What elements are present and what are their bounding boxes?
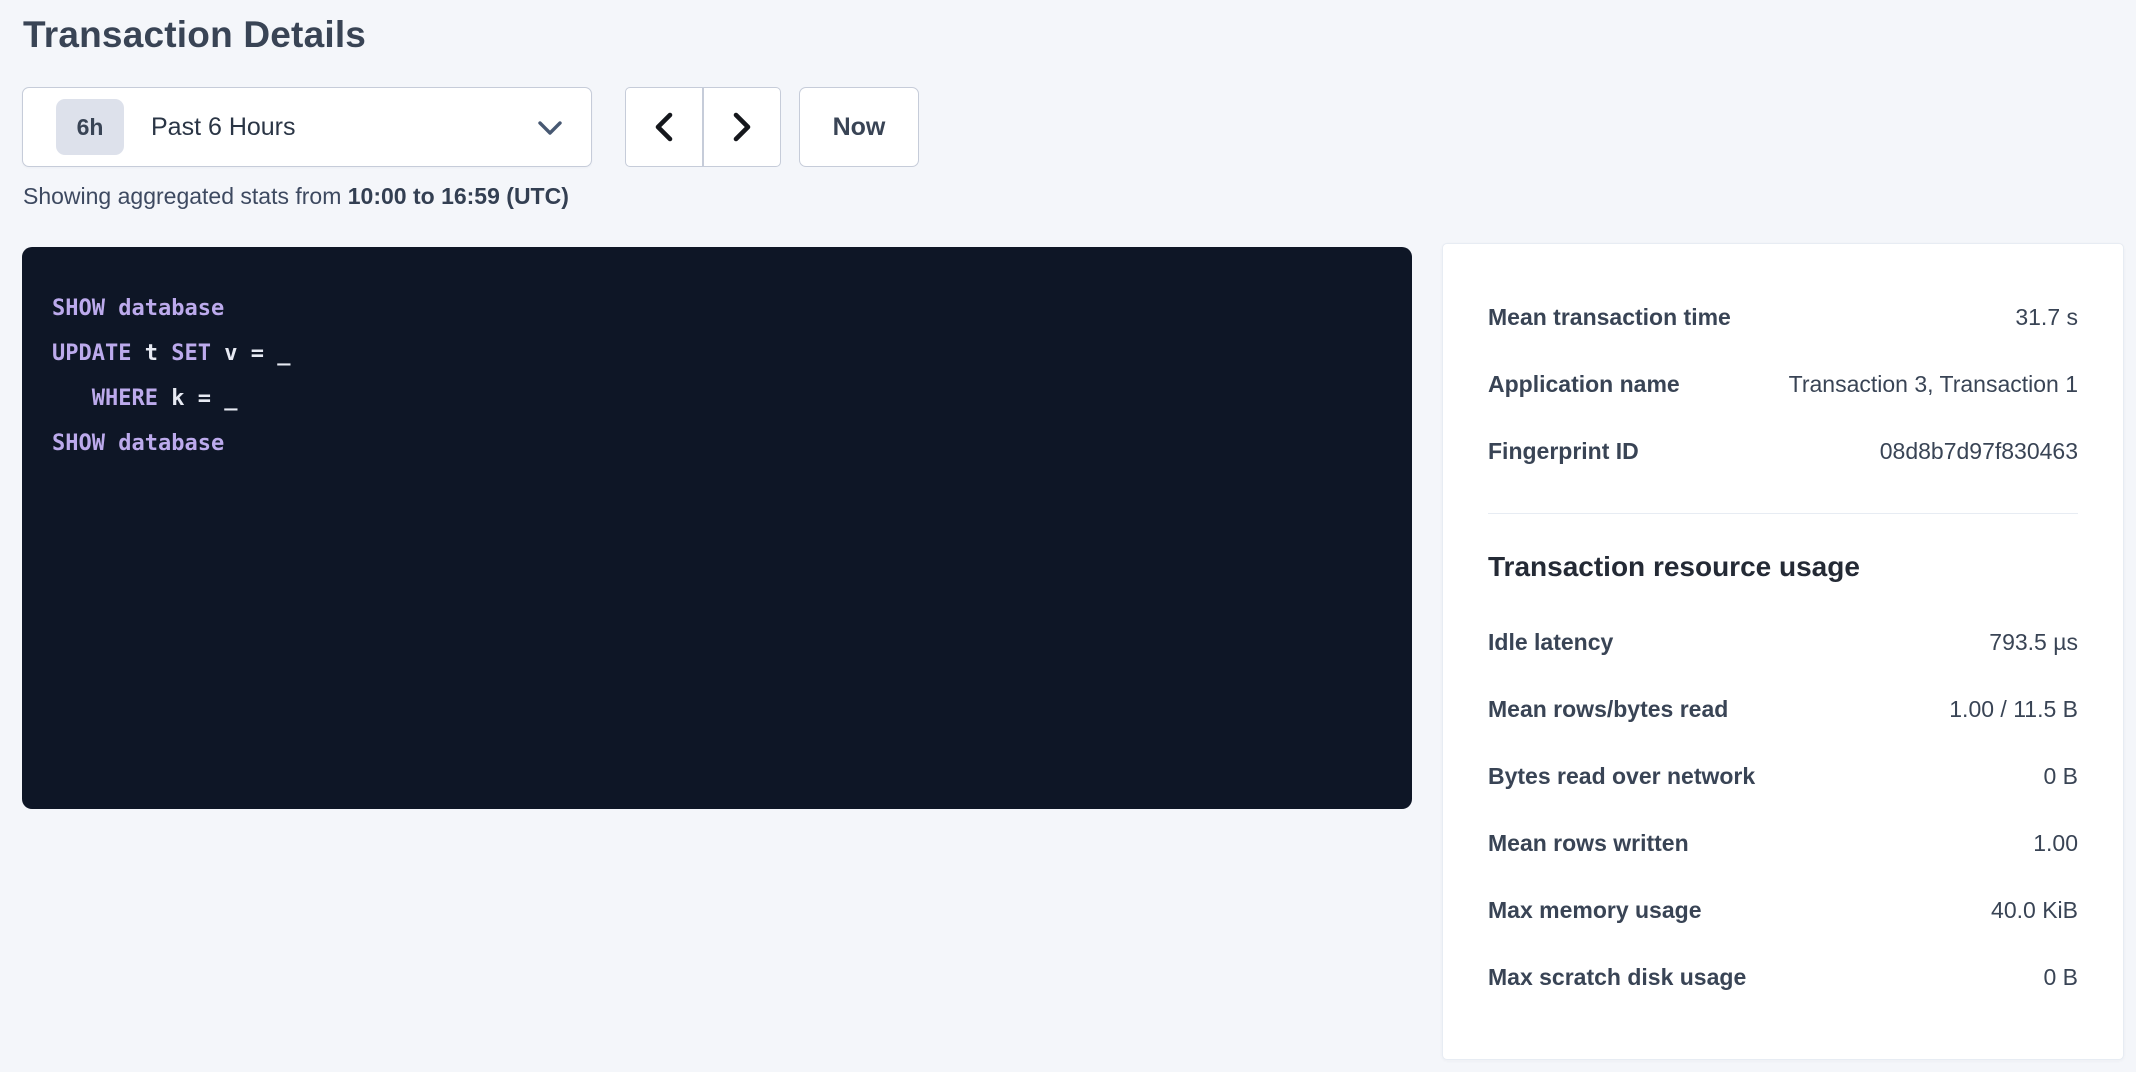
sql-fingerprint-box: SHOW database UPDATE t SET v = _ WHERE k… [22, 247, 1412, 809]
time-range-badge: 6h [56, 99, 124, 155]
stat-value: 08d8b7d97f830463 [1880, 438, 2078, 465]
sql-keyword-token: SHOW database [52, 431, 224, 456]
sql-keyword-token: WHERE [92, 386, 158, 411]
stat-value: 793.5 µs [1989, 629, 2078, 656]
stat-row: Max scratch disk usage 0 B [1488, 944, 2078, 1011]
overview-stats: Mean transaction time 31.7 s Application n… [1488, 284, 2078, 485]
stat-row: Mean rows written 1.00 [1488, 810, 2078, 877]
stat-row: Max memory usage 40.0 KiB [1488, 877, 2078, 944]
sql-identifier-token: k = _ [158, 386, 237, 411]
stat-label: Fingerprint ID [1488, 438, 1639, 465]
resource-usage-heading: Transaction resource usage [1488, 551, 2078, 583]
time-range-label: Past 6 Hours [151, 113, 296, 142]
time-range-select[interactable]: 6h Past 6 Hours [22, 87, 592, 167]
aggregation-summary-range: 10:00 to 16:59 (UTC) [348, 183, 569, 209]
stat-label: Max scratch disk usage [1488, 964, 1746, 991]
stat-value: 1.00 / 11.5 B [1949, 696, 2078, 723]
time-controls: 6h Past 6 Hours Now [0, 87, 2136, 167]
stat-row: Application name Transaction 3, Transacti… [1488, 351, 2078, 418]
stat-value: 31.7 s [2015, 304, 2078, 331]
stat-value: 1.00 [2033, 830, 2078, 857]
sql-statement-text: SHOW database UPDATE t SET v = _ WHERE k… [22, 247, 1412, 505]
stat-label: Mean rows/bytes read [1488, 696, 1728, 723]
now-button[interactable]: Now [799, 87, 919, 167]
stat-label: Idle latency [1488, 629, 1613, 656]
aggregation-summary: Showing aggregated stats from 10:00 to 1… [23, 183, 569, 210]
chevron-left-icon [653, 112, 675, 142]
sql-identifier-token [52, 386, 92, 411]
sql-keyword-token: SET [171, 341, 211, 366]
stat-row: Mean transaction time 31.7 s [1488, 284, 2078, 351]
stat-label: Mean rows written [1488, 830, 1689, 857]
stat-row: Bytes read over network 0 B [1488, 743, 2078, 810]
page-title: Transaction Details [23, 14, 366, 56]
chevron-right-icon [731, 112, 753, 142]
stat-value: 40.0 KiB [1991, 897, 2078, 924]
sql-keyword-token: SHOW database [52, 296, 224, 321]
sql-keyword-token: UPDATE [52, 341, 131, 366]
next-range-button[interactable] [703, 87, 781, 167]
stat-row: Fingerprint ID 08d8b7d97f830463 [1488, 418, 2078, 485]
chevron-down-icon [537, 120, 563, 136]
card-divider [1488, 513, 2078, 514]
stat-label: Application name [1488, 371, 1680, 398]
stat-value: Transaction 3, Transaction 1 [1789, 371, 2078, 398]
time-range-nav [625, 87, 781, 167]
sql-identifier-token: v = _ [211, 341, 290, 366]
resource-usage-stats: Idle latency 793.5 µs Mean rows/bytes read… [1488, 609, 2078, 1011]
aggregation-summary-prefix: Showing aggregated stats from [23, 183, 348, 209]
stat-row: Mean rows/bytes read 1.00 / 11.5 B [1488, 676, 2078, 743]
stat-label: Max memory usage [1488, 897, 1701, 924]
stat-row: Idle latency 793.5 µs [1488, 609, 2078, 676]
stat-value: 0 B [2043, 763, 2078, 790]
transaction-summary-card: Mean transaction time 31.7 s Application n… [1442, 243, 2124, 1060]
prev-range-button[interactable] [625, 87, 703, 167]
sql-identifier-token: t [131, 341, 171, 366]
stat-label: Bytes read over network [1488, 763, 1755, 790]
stat-value: 0 B [2043, 964, 2078, 991]
stat-label: Mean transaction time [1488, 304, 1731, 331]
